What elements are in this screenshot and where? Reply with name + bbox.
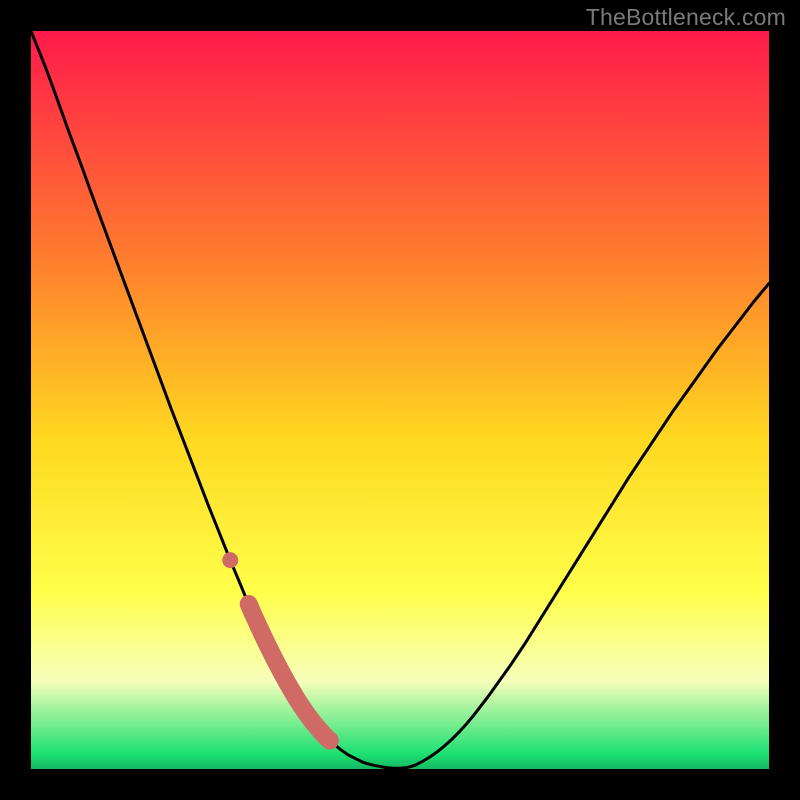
watermark-text: TheBottleneck.com (586, 4, 786, 31)
plot-area (31, 31, 769, 769)
gradient-background (31, 31, 769, 769)
chart-frame: TheBottleneck.com (0, 0, 800, 800)
isolated-marker (222, 552, 238, 568)
bottleneck-chart (31, 31, 769, 769)
